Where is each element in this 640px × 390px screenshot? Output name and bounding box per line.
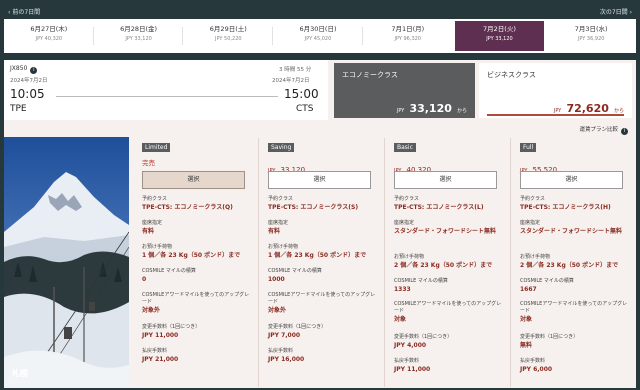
flight-summary: JX850 i 3 時間 55 分 2024年7月2日 2024年7月2日 10:… xyxy=(4,60,636,120)
economy-cabin-tab[interactable]: エコノミークラス JPY 33,120 から xyxy=(334,63,475,118)
cabin-name: ビジネスクラス xyxy=(487,71,536,79)
baggage-field: お預け手荷物 1 個／各 23 Kg（50 ポンド）まで xyxy=(268,244,367,259)
fare-column-basic: Basic JPY 40,320 選択 予約クラスTPE-CTS: エコノミーク… xyxy=(386,138,510,387)
date-option-selected[interactable]: 7月2日(火) JPY 33,120 xyxy=(454,21,545,51)
date-option[interactable]: 6月28日(金) JPY 33,120 xyxy=(94,19,184,53)
upgrade-field: COSMILEアワードマイルを使ってのアップグレード 対象外 xyxy=(268,292,376,314)
cabin-price: JPY 33,120 から xyxy=(396,102,467,115)
info-icon: i xyxy=(621,128,628,135)
date-label: 7月2日(火) xyxy=(483,25,516,33)
date-option[interactable]: 7月3日(水) JPY 36,920 xyxy=(546,19,636,53)
fare-tag: Limited xyxy=(142,143,171,152)
refund-fee-field: 払戻手数料 JPY 6,000 xyxy=(520,358,553,373)
route-line xyxy=(56,96,278,97)
change-fee-field: 変更手数料（1回につき） 無料 xyxy=(520,334,579,349)
date-price: JPY 45,020 xyxy=(304,36,332,42)
refund-fee-field: 払戻手数料 JPY 16,000 xyxy=(268,348,305,363)
date-price: JPY 33,120 xyxy=(125,36,152,42)
upgrade-field: COSMILEアワードマイルを使ってのアップグレード 対象外 xyxy=(142,292,250,314)
arrive-time: 15:00 xyxy=(284,87,319,101)
seat-field: 座席指定 スタンダード・フォワードシート無料 xyxy=(520,220,623,235)
depart-time: 10:05 xyxy=(10,87,45,101)
miles-field: COSMILE マイルの積算 1000 xyxy=(268,268,322,283)
date-label: 7月1日(月) xyxy=(391,25,425,33)
compare-plans-link[interactable]: 運賃プラン比較 i xyxy=(579,125,628,135)
change-fee-field: 変更手数料（1回につき） JPY 7,000 xyxy=(268,324,327,339)
select-button[interactable]: 選択 xyxy=(520,171,623,189)
arrive-date: 2024年7月2日 xyxy=(272,78,310,84)
business-cabin-tab[interactable]: ビジネスクラス JPY 72,620 から xyxy=(479,63,632,118)
fare-tag: Basic xyxy=(394,143,416,152)
booking-class-field: 予約クラス TPE-CTS: エコノミークラス(L) xyxy=(394,196,484,211)
next-week-label: 次の7日間 xyxy=(599,9,628,16)
baggage-field: お預け手荷物 2 個／各 23 Kg（50 ポンド）まで xyxy=(520,254,619,269)
date-option[interactable]: 6月30日(日) JPY 45,020 xyxy=(273,19,363,53)
info-icon[interactable]: i xyxy=(30,67,38,74)
seat-field: 座席指定 スタンダード・フォワードシート無料 xyxy=(394,220,497,235)
baggage-field: お預け手荷物 1 個／各 23 Kg（50 ポンド）まで xyxy=(142,244,241,259)
refund-fee-field: 払戻手数料 JPY 11,000 xyxy=(394,358,431,373)
cabin-name: エコノミークラス xyxy=(342,71,398,79)
date-price: JPY 36,920 xyxy=(577,36,605,42)
seat-field: 座席指定 有料 xyxy=(142,220,163,235)
upgrade-field: COSMILEアワードマイルを使ってのアップグレード 対象 xyxy=(520,301,628,323)
cabin-underline xyxy=(487,114,624,116)
date-selector: 6月27日(木) JPY 40,320 6月28日(金) JPY 33,120 6月… xyxy=(4,19,636,53)
date-option[interactable]: 6月29日(土) JPY 50,220 xyxy=(183,19,274,53)
fare-plans: 運賃プラン比較 i 札幌 Limited 完売 選択 予約クラス TPE-CTS… xyxy=(4,120,636,388)
fare-column-limited: Limited 完売 選択 予約クラス TPE-CTS: エコノミークラス(Q) … xyxy=(134,138,258,387)
select-button[interactable]: 選択 xyxy=(268,171,371,189)
date-option[interactable]: 7月1日(月) JPY 96,320 xyxy=(363,19,453,53)
prev-week-label: 前の7日間 xyxy=(12,9,41,16)
week-navigation: ‹ 前の7日間 次の7日間 › xyxy=(0,0,640,20)
mountain-image xyxy=(4,137,129,387)
depart-date: 2024年7月2日 xyxy=(10,78,48,84)
fare-column-saving: Saving JPY 33,120 選択 予約クラスTPE-CTS: エコノミー… xyxy=(260,138,384,387)
date-price: JPY 50,220 xyxy=(215,36,242,42)
date-price: JPY 96,320 xyxy=(394,36,421,42)
date-price: JPY 33,120 xyxy=(486,36,513,42)
select-button[interactable]: 選択 xyxy=(394,171,497,189)
seat-field: 座席指定 有料 xyxy=(268,220,289,235)
date-label: 6月27日(木) xyxy=(30,25,68,33)
flight-number: JX850 i xyxy=(10,65,38,74)
destination-label: 札幌 xyxy=(12,369,28,378)
booking-class-field: 予約クラス TPE-CTS: エコノミークラス(Q) xyxy=(142,196,233,211)
date-label: 6月29日(土) xyxy=(209,25,247,33)
next-week-link[interactable]: 次の7日間 › xyxy=(600,7,632,16)
fare-tag: Saving xyxy=(268,143,295,152)
depart-airport: TPE xyxy=(10,104,27,114)
date-option[interactable]: 6月27日(木) JPY 40,320 xyxy=(4,19,94,53)
prev-week-link[interactable]: ‹ 前の7日間 xyxy=(8,7,40,16)
date-price: JPY 40,320 xyxy=(35,36,63,42)
miles-field: COSMILE マイルの積算 0 xyxy=(142,268,196,283)
booking-class-field: 予約クラス TPE-CTS: エコノミークラス(H) xyxy=(520,196,611,211)
flight-duration: 3 時間 55 分 xyxy=(279,67,312,73)
change-fee-field: 変更手数料（1回につき） JPY 11,000 xyxy=(142,324,201,339)
miles-field: COSMILE マイルの積算 1333 xyxy=(394,278,448,293)
change-fee-field: 変更手数料（1回につき） JPY 4,000 xyxy=(394,334,453,349)
fare-tag: Full xyxy=(520,143,537,152)
arrive-airport: CTS xyxy=(296,104,314,114)
upgrade-field: COSMILEアワードマイルを使ってのアップグレード 対象 xyxy=(394,301,502,323)
date-label: 7月3日(水) xyxy=(574,25,608,33)
fare-column-full: Full JPY 55,520 選択 予約クラスTPE-CTS: エコノミークラ… xyxy=(512,138,636,387)
booking-class-field: 予約クラス TPE-CTS: エコノミークラス(S) xyxy=(268,196,359,211)
miles-field: COSMILE マイルの積算 1667 xyxy=(520,278,574,293)
flight-info: JX850 i 3 時間 55 分 2024年7月2日 2024年7月2日 10:… xyxy=(4,60,328,120)
date-label: 6月28日(金) xyxy=(120,25,158,33)
refund-fee-field: 払戻手数料 JPY 21,000 xyxy=(142,348,179,363)
date-label: 6月30日(日) xyxy=(299,25,337,33)
baggage-field: お預け手荷物 2 個／各 23 Kg（50 ポンド）まで xyxy=(394,254,493,269)
select-button[interactable]: 選択 xyxy=(142,171,245,189)
sold-out-label: 完売 xyxy=(142,159,155,167)
destination-photo: 札幌 xyxy=(4,137,129,387)
